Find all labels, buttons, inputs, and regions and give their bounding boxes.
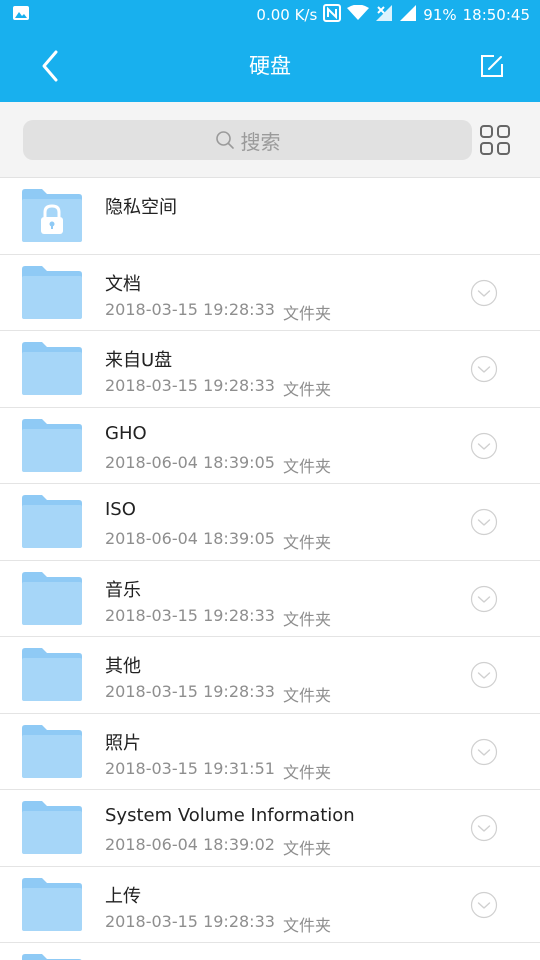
edit-button[interactable] — [474, 48, 510, 84]
item-name: 来自U盘 — [105, 350, 173, 371]
item-name: 隐私空间 — [105, 197, 177, 218]
chevron-down-icon[interactable] — [470, 891, 498, 919]
folder-icon — [22, 648, 82, 701]
gallery-notification-icon — [12, 5, 30, 25]
page-title: 硬盘 — [249, 54, 291, 78]
folder-icon — [22, 954, 82, 960]
list-item[interactable]: 来自U盘 2018-03-15 19:28:33 文件夹 — [0, 331, 540, 408]
list-item[interactable]: 文档 2018-03-15 19:28:33 文件夹 — [0, 254, 540, 331]
chevron-down-icon[interactable] — [470, 738, 498, 766]
item-name: 文档 — [105, 273, 141, 295]
item-date: 2018-06-04 18:39:02 — [105, 835, 275, 854]
item-type: 文件夹 — [283, 380, 332, 399]
list-item[interactable]: 其他 2018-03-15 19:28:33 文件夹 — [0, 637, 540, 714]
list-item[interactable]: GHO 2018-06-04 18:39:05 文件夹 — [0, 407, 540, 484]
chevron-down-icon[interactable] — [470, 508, 498, 536]
item-date: 2018-03-15 19:28:33 — [105, 911, 275, 931]
search-icon — [215, 131, 234, 149]
folder-icon — [22, 724, 82, 778]
item-name: 上传 — [105, 885, 141, 907]
item-name: 照片 — [105, 732, 141, 754]
battery-level: 91% — [423, 6, 457, 24]
item-name: System Volume Information — [105, 805, 355, 826]
chevron-down-icon[interactable] — [470, 355, 498, 383]
folder-icon — [22, 265, 82, 319]
item-type: 文件夹 — [283, 609, 332, 629]
item-type: 文件夹 — [283, 762, 332, 782]
item-date: 2018-06-04 18:39:05 — [105, 452, 275, 472]
file-list: 隐私空间 文档 2018-03-15 19:28:33 文件夹 来自U盘 201… — [0, 178, 540, 960]
list-item[interactable]: System Volume Information 2018-06-04 18:… — [0, 790, 540, 867]
grid-view-button[interactable] — [478, 122, 512, 158]
list-item[interactable]: 照片 2018-03-15 19:31:51 文件夹 — [0, 713, 540, 790]
search-bar-area: 搜索 — [0, 102, 540, 178]
item-name: GHO — [105, 422, 147, 444]
chevron-down-icon[interactable] — [470, 585, 498, 613]
folder-icon — [22, 877, 82, 931]
chevron-down-icon[interactable] — [470, 432, 498, 460]
item-type: 文件夹 — [283, 303, 332, 323]
app-header: 硬盘 — [0, 30, 540, 102]
item-name: ISO — [105, 499, 136, 520]
item-date: 2018-03-15 19:28:33 — [105, 605, 275, 625]
list-item-partial[interactable] — [0, 943, 540, 960]
clock: 18:50:45 — [462, 6, 530, 24]
chevron-down-icon[interactable] — [470, 279, 498, 307]
item-type: 文件夹 — [283, 915, 332, 935]
wifi-icon — [347, 4, 370, 25]
item-type: 文件夹 — [283, 839, 332, 858]
edit-icon — [481, 55, 503, 77]
private-space-item[interactable]: 隐私空间 — [0, 178, 540, 255]
search-input[interactable]: 搜索 — [23, 120, 472, 160]
search-placeholder: 搜索 — [240, 129, 281, 154]
locked-folder-icon — [22, 189, 82, 242]
signal-icon — [399, 4, 417, 26]
chevron-down-icon[interactable] — [470, 661, 498, 689]
item-date: 2018-06-04 18:39:05 — [105, 529, 275, 548]
grid-view-icon — [480, 125, 510, 155]
item-date: 2018-03-15 19:28:33 — [105, 682, 275, 701]
item-type: 文件夹 — [283, 686, 332, 705]
list-item[interactable]: 上传 2018-03-15 19:28:33 文件夹 — [0, 866, 540, 943]
item-type: 文件夹 — [283, 456, 332, 476]
folder-icon — [22, 342, 82, 395]
item-date: 2018-03-15 19:31:51 — [105, 758, 275, 778]
list-item[interactable]: ISO 2018-06-04 18:39:05 文件夹 — [0, 484, 540, 561]
network-speed: 0.00 K/s — [256, 6, 318, 24]
chevron-down-icon[interactable] — [470, 814, 498, 842]
list-item[interactable]: 音乐 2018-03-15 19:28:33 文件夹 — [0, 560, 540, 637]
item-date: 2018-03-15 19:28:33 — [105, 299, 275, 319]
item-name: 音乐 — [105, 579, 141, 601]
nfc-icon — [323, 4, 342, 26]
mobile-signal-off-icon — [375, 4, 393, 26]
folder-icon — [22, 571, 82, 625]
folder-icon — [22, 801, 82, 854]
folder-icon — [22, 418, 82, 472]
status-bar: 0.00 K/s 91% 18:50:45 — [0, 0, 540, 30]
item-type: 文件夹 — [283, 533, 332, 552]
item-date: 2018-03-15 19:28:33 — [105, 376, 275, 395]
item-name: 其他 — [105, 656, 141, 677]
folder-icon — [22, 495, 82, 548]
